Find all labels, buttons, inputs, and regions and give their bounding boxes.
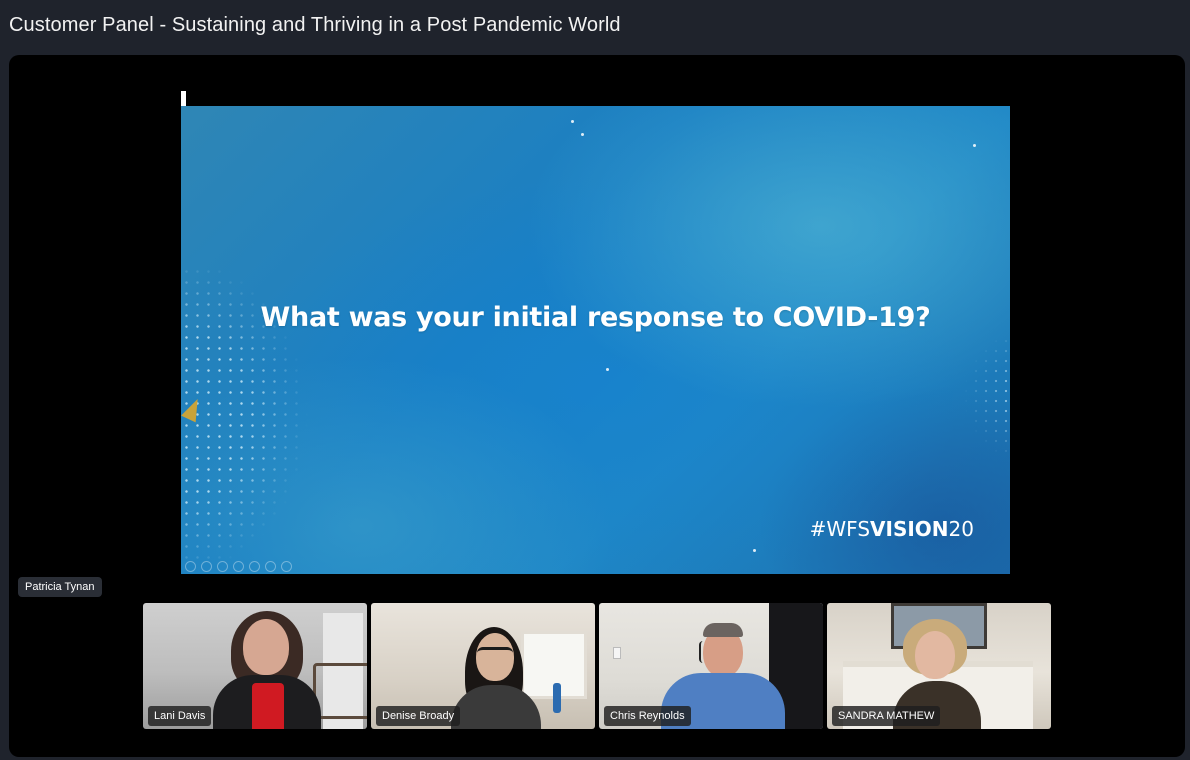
video-stage: What was your initial response to COVID-… [9, 55, 1185, 757]
shared-slide: What was your initial response to COVID-… [181, 106, 1010, 574]
sparkle [973, 144, 976, 147]
participant-tile[interactable]: SANDRA MATHEW [827, 603, 1051, 729]
sparkle [581, 133, 584, 136]
pen-icon[interactable] [217, 561, 228, 572]
hashtag-bold: VISION [870, 517, 949, 541]
slide-toolbar [185, 561, 292, 572]
participant-name: Denise Broady [376, 706, 461, 726]
hashtag-prefix: #WFS [809, 517, 871, 541]
participant-tile[interactable]: Chris Reynolds [599, 603, 823, 729]
participant-name: Chris Reynolds [604, 706, 691, 726]
sparkle [753, 549, 756, 552]
participant-tile[interactable]: Denise Broady [371, 603, 595, 729]
more-icon[interactable] [281, 561, 292, 572]
session-title: Customer Panel - Sustaining and Thriving… [9, 14, 621, 36]
active-speaker-label: Patricia Tynan [18, 577, 102, 597]
slide-question: What was your initial response to COVID-… [260, 302, 931, 333]
next-icon[interactable] [201, 561, 212, 572]
zoom-icon[interactable] [249, 561, 260, 572]
participant-name: SANDRA MATHEW [832, 706, 941, 726]
hashtag-suffix: 20 [948, 517, 974, 541]
dot-pattern-right [941, 336, 1010, 476]
subtitle-icon[interactable] [265, 561, 276, 572]
slides-icon[interactable] [233, 561, 244, 572]
participant-name: Lani Davis [148, 706, 212, 726]
prev-icon[interactable] [185, 561, 196, 572]
sparkle [571, 120, 574, 123]
slide-hashtag: #WFSVISION20 [810, 517, 974, 541]
sparkle [606, 368, 609, 371]
participant-tile[interactable]: Lani Davis [143, 603, 367, 729]
